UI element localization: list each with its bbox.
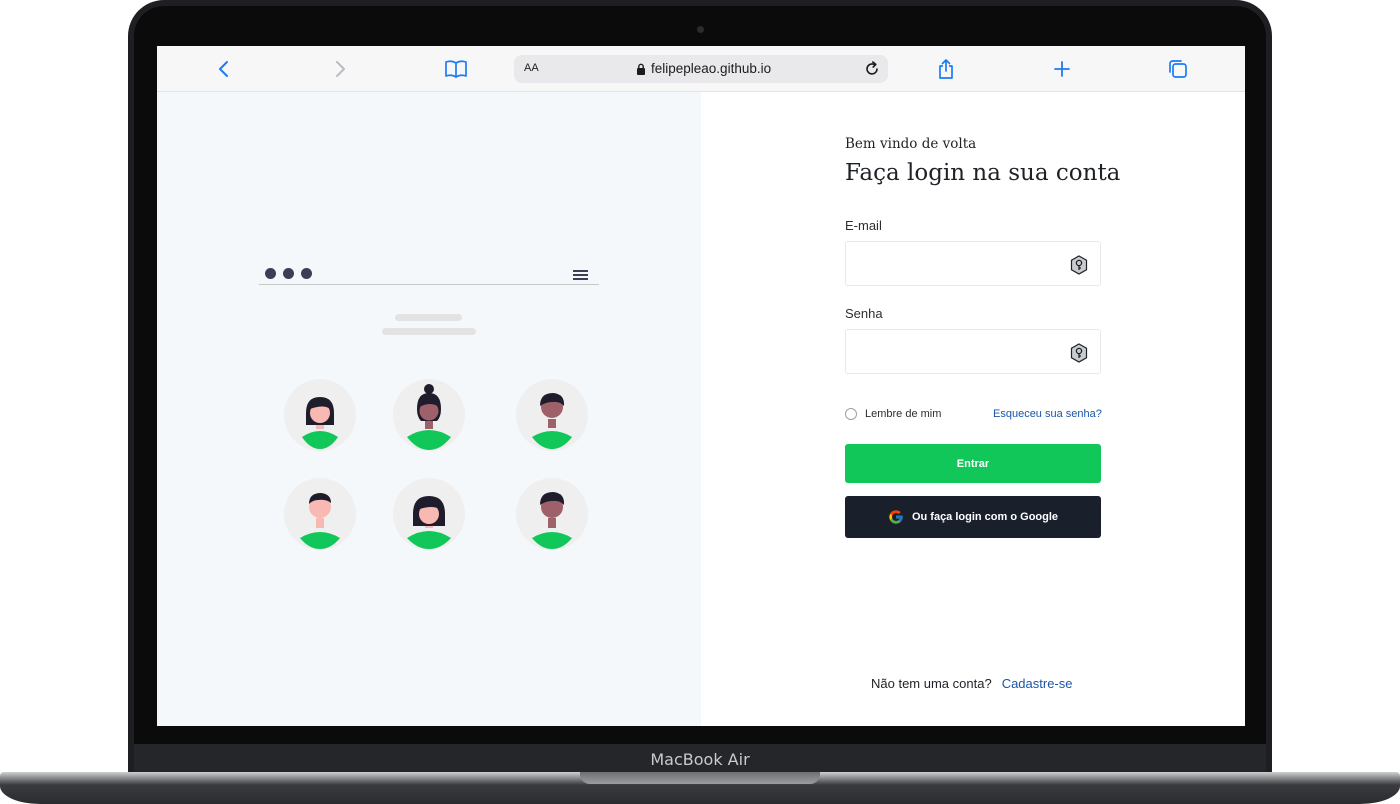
forward-icon[interactable]	[327, 56, 353, 82]
email-label: E-mail	[845, 218, 882, 233]
avatar-woman-icon	[284, 379, 356, 451]
bookmarks-icon[interactable]	[443, 56, 469, 82]
window-dots	[265, 268, 312, 279]
password-manager-key-icon[interactable]	[1070, 343, 1088, 363]
login-panel: Bem vindo de volta Faça login na sua con…	[701, 92, 1245, 726]
illustration-panel	[157, 92, 701, 726]
divider	[259, 284, 599, 285]
new-tab-icon[interactable]	[1049, 56, 1075, 82]
share-icon[interactable]	[933, 56, 959, 82]
address-bar[interactable]: AA felipepleao.github.io	[514, 55, 888, 83]
remember-me-label: Lembre de mim	[865, 408, 942, 420]
signup-link[interactable]: Cadastre-se	[1002, 676, 1073, 691]
avatar-man-icon	[284, 478, 356, 550]
password-field-wrapper	[845, 329, 1101, 374]
back-icon[interactable]	[211, 56, 237, 82]
tabs-icon[interactable]	[1165, 56, 1191, 82]
email-field-wrapper	[845, 241, 1101, 286]
google-login-button[interactable]: Ou faça login com o Google	[845, 496, 1101, 538]
placeholder-bar	[382, 328, 476, 335]
laptop-hinge-notch	[580, 772, 820, 784]
url-text: felipepleao.github.io	[651, 61, 772, 76]
camera-icon	[697, 26, 704, 33]
remember-me[interactable]: Lembre de mim	[845, 408, 941, 420]
google-icon	[889, 510, 903, 524]
avatar-man-icon	[516, 379, 588, 451]
no-account-text: Não tem uma conta?	[871, 676, 992, 691]
avatar-woman-icon	[393, 478, 465, 550]
device-brand-label: MacBook Air	[650, 750, 750, 769]
email-field[interactable]	[846, 242, 1056, 285]
avatar-man-icon	[516, 478, 588, 550]
screen: AA felipepleao.github.io Bem vindo de vo…	[157, 46, 1245, 726]
forgot-password-link[interactable]: Esqueceu sua senha?	[993, 408, 1102, 420]
submit-button[interactable]: Entrar	[845, 444, 1101, 483]
text-size-button[interactable]: AA	[524, 62, 539, 74]
password-field[interactable]	[846, 330, 1056, 373]
lock-icon	[637, 63, 645, 75]
password-manager-key-icon[interactable]	[1070, 255, 1088, 275]
browser-toolbar: AA felipepleao.github.io	[157, 46, 1245, 92]
remember-me-radio[interactable]	[845, 408, 857, 420]
hamburger-icon	[573, 270, 588, 282]
password-label: Senha	[845, 306, 883, 321]
reload-icon[interactable]	[862, 59, 882, 79]
welcome-text: Bem vindo de volta	[845, 136, 977, 152]
page-title: Faça login na sua conta	[845, 160, 1121, 186]
avatar-woman-bun-icon	[393, 379, 465, 451]
placeholder-bar	[395, 314, 462, 321]
signup-prompt: Não tem uma conta? Cadastre-se	[871, 676, 1073, 691]
google-login-label: Ou faça login com o Google	[911, 511, 1059, 523]
